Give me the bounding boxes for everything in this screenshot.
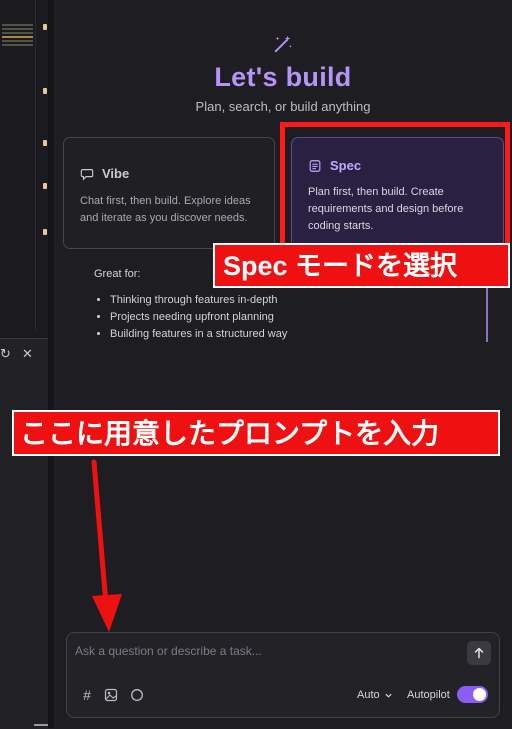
hashtag-icon[interactable]: # <box>79 687 95 703</box>
autopilot-toggle[interactable] <box>457 686 488 703</box>
editor-side-pane: ↻ ✕ <box>0 0 49 729</box>
close-icon[interactable]: ✕ <box>22 346 33 362</box>
page-subtitle: Plan, search, or build anything <box>195 99 371 114</box>
change-marker <box>43 88 47 94</box>
secondary-panel-toolbar: ↻ ✕ <box>0 340 48 370</box>
change-marker <box>43 229 47 235</box>
page-title: Let's build <box>214 62 352 92</box>
chat-input[interactable] <box>75 644 455 658</box>
select-spec-callout: Spec モードを選択 <box>213 243 510 288</box>
refresh-icon[interactable]: ↻ <box>0 346 11 362</box>
vibe-mode-description: Chat first, then build. Explore ideas an… <box>80 195 251 224</box>
magic-wand-icon <box>274 35 292 53</box>
chevron-down-icon <box>385 693 392 698</box>
chat-bubble-icon <box>80 168 94 181</box>
image-icon[interactable] <box>103 687 119 703</box>
vibe-mode-label: Vibe <box>102 166 130 181</box>
change-marker <box>43 24 47 30</box>
list-item: Thinking through features in-depth <box>110 292 287 309</box>
autopilot-label: Autopilot <box>407 689 450 701</box>
list-item: Building features in a structured way <box>110 326 287 343</box>
enter-prompt-callout: ここに用意したプロンプトを入力 <box>12 410 500 456</box>
circle-icon[interactable] <box>129 687 145 703</box>
vibe-mode-header: Vibe <box>80 166 129 181</box>
list-item: Projects needing upfront planning <box>110 309 287 326</box>
change-marker <box>43 140 47 146</box>
arrow-up-icon <box>474 647 484 659</box>
vibe-mode-card[interactable]: Vibe Chat first, then build. Explore ide… <box>63 137 275 249</box>
chat-input-container: # Auto Autopilot <box>66 632 500 718</box>
minimap-code-preview <box>2 22 33 46</box>
agent-panel: Let's build Plan, search, or build anyth… <box>54 0 512 728</box>
model-select-value: Auto <box>357 689 380 701</box>
spec-details-heading: Great for: <box>94 268 141 280</box>
secondary-panel <box>0 338 48 729</box>
toggle-knob <box>473 688 486 701</box>
scrollbar-thumb[interactable] <box>34 724 48 726</box>
send-button[interactable] <box>467 641 491 665</box>
spec-details-list: Thinking through features in-depth Proje… <box>94 292 287 343</box>
editor-gutter <box>35 0 36 330</box>
model-select[interactable]: Auto <box>357 689 393 701</box>
change-marker <box>43 183 47 189</box>
